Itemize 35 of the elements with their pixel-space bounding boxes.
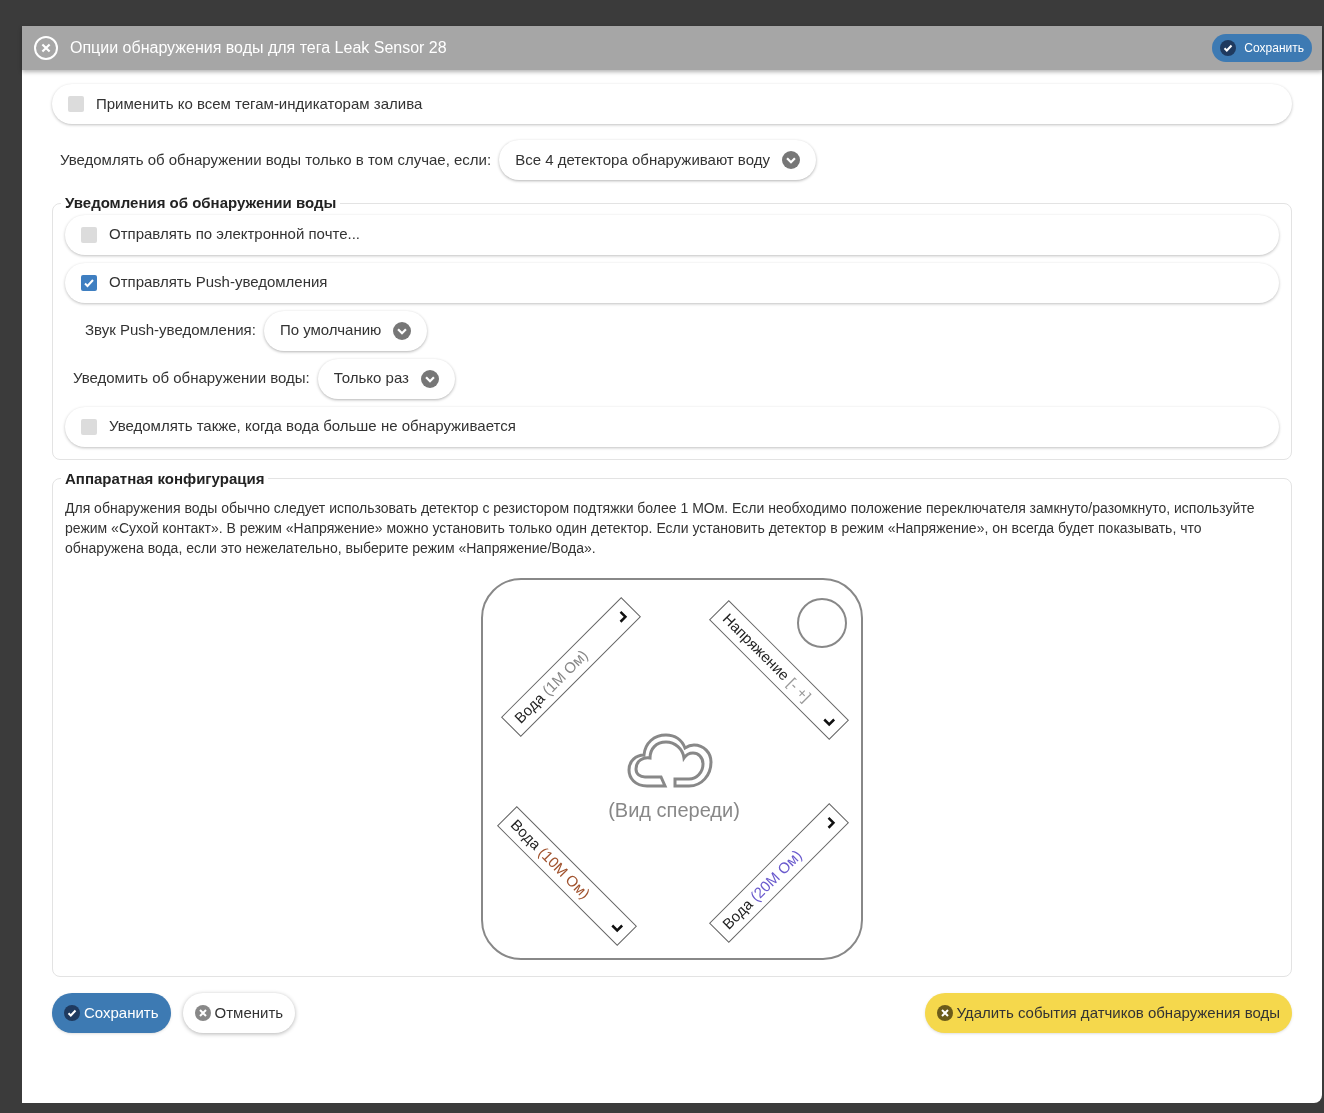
section-title: Аппаратная конфигурация	[64, 468, 266, 489]
dropdown[interactable]: По умолчанию	[263, 310, 428, 351]
setting-label: Звук Push-уведомления:	[85, 320, 256, 341]
checkbox-label: Отправлять по электронной почте...	[109, 224, 360, 245]
checkbox-label: Применить ко всем тегам-индикаторам залива	[96, 93, 423, 114]
description: Для обнаружения воды обычно следует использовать детектор с резистором подтяжки более 1 MОм. Если необходимо положение переключателя замкнуто/разомкнуто, используйте режим «Сухой контакт». В режим «Напряжение» можно установить только один детектор. Если установить детектор в режим «Напряжение», он всегда будет показывать, что обнаружена вода, если это нежелательно, выберите режим «Напряжение/Вода».	[65, 499, 1256, 558]
chevron-down-icon	[781, 151, 800, 169]
close-button[interactable]	[34, 36, 58, 60]
dialog-title: Опции обнаружения воды для тега Leak Sensor 28	[70, 38, 447, 58]
checkbox-row[interactable]: Уведомлять также, когда вода больше не обнаруживается	[65, 406, 1279, 447]
save-button[interactable]: Сохранить	[52, 993, 171, 1033]
setting-label: Уведомить об обнаружении воды:	[73, 368, 310, 389]
check-circle-icon	[64, 1005, 80, 1021]
checkbox-row[interactable]: Отправлять по электронной почте...	[65, 214, 1279, 255]
header-save-button[interactable]: Сохранить	[1212, 34, 1312, 62]
delete-events-button[interactable]: Удалить события датчиков обнаружения воды	[924, 993, 1292, 1033]
checkbox[interactable]	[81, 274, 97, 291]
checkbox[interactable]	[81, 226, 97, 243]
checkbox-label: Уведомлять также, когда вода больше не обнаруживается	[109, 416, 516, 437]
close-icon	[936, 1005, 953, 1021]
close-icon	[194, 1005, 211, 1021]
checkbox-row[interactable]: Отправлять Push-уведомления	[65, 262, 1279, 303]
dropdown[interactable]: Только раз	[317, 358, 455, 399]
checkbox-row[interactable]: Применить ко всем тегам-индикаторам залива	[52, 84, 1292, 124]
condition-label: Уведомлять об обнаружении воды только в том случае, если:	[60, 149, 492, 170]
checkbox-label: Отправлять Push-уведомления	[109, 272, 328, 293]
checkbox[interactable]	[68, 96, 84, 112]
cancel-button[interactable]: Отменить	[182, 993, 296, 1033]
dropdown[interactable]: Все 4 детектора обнаруживают воду	[499, 140, 816, 180]
section-title: Уведомления об обнаружении воды	[64, 193, 338, 213]
chevron-down-icon	[393, 321, 412, 340]
check-circle-icon	[1220, 40, 1237, 56]
checkbox[interactable]	[81, 418, 97, 435]
close-icon	[40, 42, 52, 54]
chevron-down-icon	[420, 369, 439, 388]
